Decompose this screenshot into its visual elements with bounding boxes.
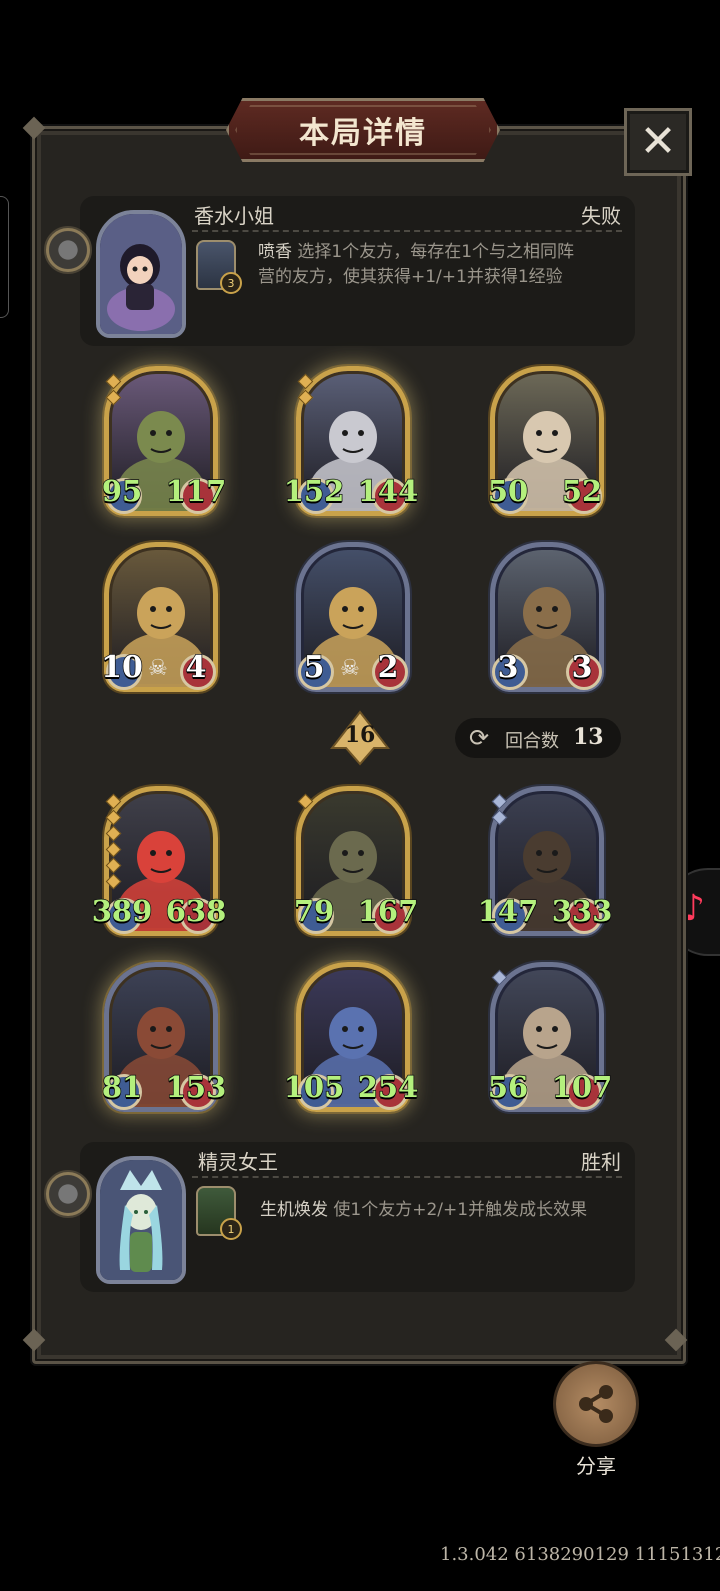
growth-ability-icon[interactable]: 1 [196, 1186, 242, 1240]
health-value: 4 [185, 649, 207, 686]
version-text: 1.3.042 6138290129 11151312 [440, 1544, 720, 1565]
attack-value: 56 [487, 1069, 529, 1105]
side-tab[interactable] [0, 196, 9, 318]
share-button[interactable] [556, 1364, 636, 1444]
close-icon: ✕ [639, 116, 677, 167]
health-value: 333 [551, 893, 613, 929]
perfume-ability-icon[interactable]: 3 [196, 240, 242, 294]
health-value: 638 [165, 893, 227, 929]
attack-value: 389 [91, 893, 153, 929]
health-value: 144 [357, 473, 419, 509]
rounds-value: 13 [573, 724, 604, 750]
opponent-name: 香水小姐 [194, 204, 274, 228]
share-label: 分享 [576, 1454, 616, 1478]
deathrattle-skull-icon: ☠ [148, 656, 168, 681]
health-value: 3 [571, 649, 593, 686]
health-value: 2 [377, 649, 399, 686]
ability-level-badge: 1 [220, 1218, 242, 1240]
share-icon [579, 1385, 613, 1423]
title-banner: 本局详情 [226, 98, 500, 162]
attack-value: 152 [283, 473, 345, 509]
ability-description: 喷香 选择1个友方，每存在1个与之相同阵 营的友方，使其获得+1/+1并获得1经… [258, 242, 575, 287]
ability-description: 生机焕发 使1个友方+2/+1并触发成长效果 [260, 1200, 588, 1220]
attack-value: 3 [497, 649, 519, 686]
player-result: 胜利 [581, 1150, 621, 1174]
page-title: 本局详情 [299, 116, 427, 151]
rounds-label: 回合数 [505, 731, 559, 752]
opponent-result: 失败 [581, 204, 621, 228]
ability-level-badge: 3 [220, 272, 242, 294]
attack-value: 79 [293, 893, 335, 929]
player-hero-portrait[interactable] [96, 1156, 186, 1284]
attack-value: 50 [487, 473, 529, 509]
opponent-hero-portrait[interactable] [96, 210, 186, 338]
pocket-watch-icon [44, 226, 92, 274]
elf-queen-icon [100, 1160, 182, 1280]
health-value: 52 [561, 473, 603, 509]
close-button[interactable]: ✕ [624, 108, 692, 176]
attack-value: 5 [303, 649, 325, 686]
perfume-lady-icon [100, 214, 182, 334]
deathrattle-skull-icon: ☠ [340, 656, 360, 681]
rounds-counter: ⟳ 回合数 13 [455, 718, 621, 758]
health-value: 167 [357, 893, 419, 929]
turn-marker-value: 16 [344, 722, 376, 748]
pocket-watch-icon [44, 1170, 92, 1218]
health-value: 117 [165, 473, 227, 509]
health-value: 107 [551, 1069, 613, 1105]
attack-value: 81 [101, 1069, 143, 1105]
attack-value: 10 [100, 649, 143, 686]
attack-value: 105 [283, 1069, 345, 1105]
health-value: 254 [357, 1069, 419, 1105]
health-value: 153 [165, 1069, 227, 1105]
attack-value: 147 [477, 893, 539, 929]
player-name: 精灵女王 [198, 1150, 278, 1174]
refresh-icon: ⟳ [469, 724, 490, 752]
attack-value: 95 [101, 473, 143, 509]
